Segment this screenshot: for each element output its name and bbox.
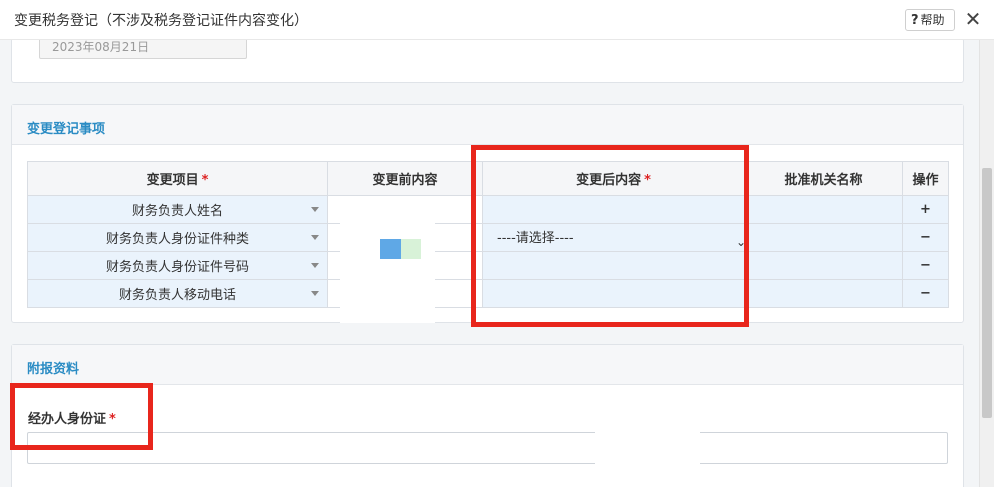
help-icon: ?: [911, 13, 919, 28]
item-select[interactable]: 财务负责人身份证件号码: [27, 251, 328, 280]
help-button[interactable]: ? 帮助: [905, 9, 955, 31]
item-label: 财务负责人姓名: [131, 204, 223, 219]
caret-down-icon: [311, 291, 319, 296]
attachments-title: 附报资料: [27, 362, 80, 377]
date-field[interactable]: 2023年08月21日: [39, 40, 247, 59]
caret-down-icon: [311, 235, 319, 240]
remove-row-button[interactable]: −: [902, 251, 949, 280]
caret-down-icon: [311, 263, 319, 268]
remove-row-button[interactable]: −: [902, 279, 949, 308]
header-item: 变更项目 *: [27, 161, 328, 196]
redacted-thumbnail: [401, 239, 421, 259]
add-row-button[interactable]: +: [902, 195, 949, 224]
item-select[interactable]: 财务负责人姓名: [27, 195, 328, 224]
item-label: 财务负责人身份证件号码: [105, 260, 249, 275]
item-label: 财务负责人身份证件种类: [105, 232, 249, 247]
authority-cell[interactable]: [744, 223, 903, 252]
attachments-header: 附报资料: [12, 345, 963, 385]
help-label: 帮助: [920, 13, 945, 27]
attachment-upload-field[interactable]: [27, 432, 948, 464]
highlight-box-after-content: [471, 145, 749, 327]
scrollbar-thumb[interactable]: [982, 168, 992, 418]
basic-info-panel: 2023年08月21日: [11, 40, 964, 83]
dialog-titlebar: 变更税务登记（不涉及税务登记证件内容变化） ? 帮助 ✕: [0, 0, 994, 40]
vertical-scrollbar[interactable]: [979, 40, 994, 487]
item-label: 财务负责人移动电话: [118, 288, 236, 303]
header-op: 操作: [902, 161, 949, 196]
header-authority: 批准机关名称: [744, 161, 903, 196]
caret-down-icon: [311, 207, 319, 212]
header-before: 变更前内容: [327, 161, 483, 196]
authority-cell[interactable]: [744, 195, 903, 224]
header-item-label: 变更项目: [146, 173, 199, 188]
item-select[interactable]: 财务负责人身份证件种类: [27, 223, 328, 252]
dialog-title: 变更税务登记（不涉及税务登记证件内容变化）: [14, 13, 308, 29]
item-select[interactable]: 财务负责人移动电话: [27, 279, 328, 308]
required-mark: *: [201, 173, 209, 188]
authority-cell[interactable]: [744, 279, 903, 308]
change-items-title: 变更登记事项: [27, 122, 106, 137]
change-items-header: 变更登记事项: [12, 105, 963, 145]
redacted-area: [595, 430, 700, 470]
remove-row-button[interactable]: −: [902, 223, 949, 252]
highlight-box-id-card: [10, 383, 153, 450]
close-icon[interactable]: ✕: [963, 7, 983, 31]
redacted-thumbnail: [380, 239, 401, 259]
redacted-area: [340, 197, 435, 323]
authority-cell[interactable]: [744, 251, 903, 280]
attachments-panel: 附报资料: [11, 344, 964, 487]
